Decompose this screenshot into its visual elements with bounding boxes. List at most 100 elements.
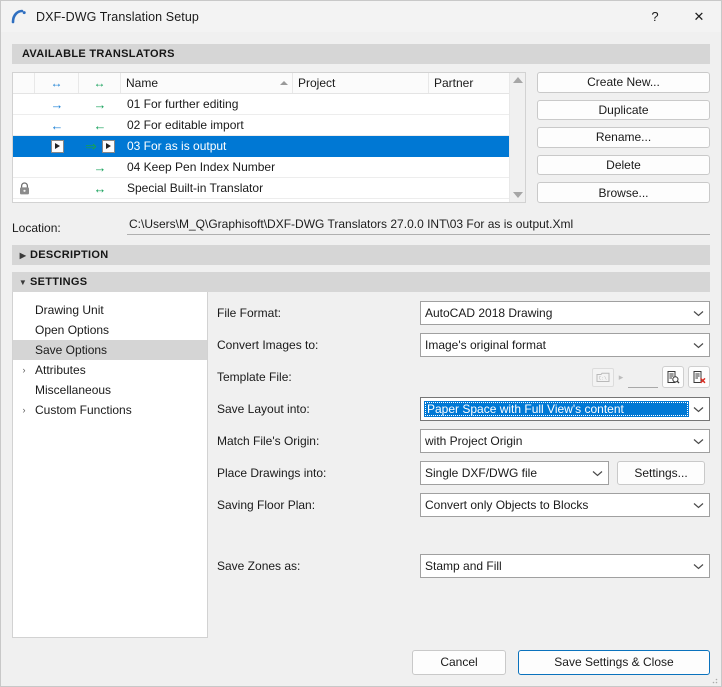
description-section-header[interactable]: ▶ DESCRIPTION: [12, 245, 710, 265]
field-row-template-file: Template File: C:\ ▸: [217, 365, 710, 389]
scroll-down-icon[interactable]: [512, 192, 523, 198]
cancel-button[interactable]: Cancel: [412, 649, 506, 675]
row-import-cell[interactable]: [35, 178, 79, 198]
translators-scrollbar[interactable]: [509, 73, 525, 202]
settings-tree-item-miscellaneous[interactable]: Miscellaneous: [13, 380, 207, 400]
save-zones-as-value: Stamp and Fill: [425, 559, 502, 573]
export-arrow-icon: →: [93, 159, 107, 175]
settings-tree-item-custom-functions[interactable]: › Custom Functions: [13, 400, 207, 420]
location-row: Location: C:\Users\M_Q\Graphisoft\DXF-DW…: [12, 213, 710, 235]
document-search-icon[interactable]: [662, 366, 684, 388]
delete-button[interactable]: Delete: [537, 154, 710, 176]
row-import-cell[interactable]: →: [35, 94, 79, 114]
export-arrow-icon: →: [93, 96, 107, 112]
table-row[interactable]: ↔ Special Built-in Translator: [13, 178, 525, 199]
settings-section-header[interactable]: ▼ SETTINGS: [12, 272, 710, 292]
row-export-cell[interactable]: ⇒: [79, 136, 121, 156]
duplicate-button[interactable]: Duplicate: [537, 99, 710, 121]
translator-action-buttons: Create New... Duplicate Rename... Delete Bro…: [537, 72, 710, 203]
file-format-value: AutoCAD 2018 Drawing: [425, 306, 553, 320]
row-export-cell[interactable]: →: [79, 94, 121, 114]
table-row[interactable]: → → 01 For further editing: [13, 94, 525, 115]
translators-list-header: ↔ ↔ Name Project Partner: [13, 73, 525, 94]
column-header-name[interactable]: Name: [121, 73, 293, 93]
row-import-cell[interactable]: [35, 136, 79, 156]
column-header-project[interactable]: Project: [293, 73, 429, 93]
resize-grip[interactable]: [708, 673, 718, 684]
play-box-icon[interactable]: [50, 139, 64, 153]
export-arrow-icon: ↔: [93, 180, 107, 196]
field-row-saving-floor-plan: Saving Floor Plan: Convert only Objects …: [217, 493, 710, 517]
document-delete-icon[interactable]: [688, 366, 710, 388]
chevron-down-icon: [689, 502, 707, 509]
chevron-right-icon: ▶: [19, 250, 27, 260]
table-row[interactable]: → 04 Keep Pen Index Number: [13, 157, 525, 178]
field-row-place-drawings-into: Place Drawings into: Single DXF/DWG file…: [217, 461, 710, 485]
svg-text:C:\: C:\: [599, 375, 608, 381]
row-name-cell: 04 Keep Pen Index Number: [127, 160, 276, 174]
place-drawings-into-dropdown[interactable]: Single DXF/DWG file: [420, 461, 609, 485]
save-layout-into-value: Paper Space with Full View's content: [424, 401, 689, 417]
field-row-save-zones-as: Save Zones as: Stamp and Fill: [217, 554, 710, 578]
chevron-right-icon: ›: [22, 365, 26, 375]
save-zones-as-dropdown[interactable]: Stamp and Fill: [420, 554, 710, 578]
convert-images-dropdown[interactable]: Image's original format: [420, 333, 710, 357]
translators-row: ↔ ↔ Name Project Partner → → 01 For furt…: [12, 72, 710, 203]
bidirectional-arrow-green-icon: ↔: [93, 76, 106, 90]
settings-tree-item-save-options[interactable]: Save Options: [13, 340, 207, 360]
folder-path-icon: C:\: [592, 367, 614, 387]
chevron-down-icon: [588, 470, 606, 477]
chevron-right-icon[interactable]: ▸: [614, 372, 628, 383]
chevron-down-icon: [689, 563, 707, 570]
row-import-cell[interactable]: ←: [35, 115, 79, 135]
browse-button[interactable]: Browse...: [537, 182, 710, 203]
column-header-import[interactable]: ↔: [35, 73, 79, 93]
template-file-input[interactable]: [628, 366, 658, 388]
settings-tree-item-label: Miscellaneous: [35, 383, 112, 397]
create-new-button[interactable]: Create New...: [537, 72, 710, 93]
settings-tree-item-open-options[interactable]: Open Options: [13, 320, 207, 340]
field-row-match-file-origin: Match File's Origin: with Project Origin: [217, 429, 710, 453]
settings-tree-item-attributes[interactable]: › Attributes: [13, 360, 207, 380]
save-layout-into-dropdown[interactable]: Paper Space with Full View's content: [420, 397, 710, 421]
translators-list[interactable]: ↔ ↔ Name Project Partner → → 01 For furt…: [12, 72, 526, 203]
saving-floor-plan-dropdown[interactable]: Convert only Objects to Blocks: [420, 493, 710, 517]
import-arrow-icon: →: [50, 96, 64, 112]
play-box-icon[interactable]: [101, 139, 115, 153]
row-import-cell[interactable]: [35, 157, 79, 177]
titlebar-controls: ? ✕: [633, 1, 721, 32]
saving-floor-plan-label: Saving Floor Plan:: [217, 498, 316, 512]
row-name-cell: Special Built-in Translator: [127, 181, 264, 195]
match-file-origin-dropdown[interactable]: with Project Origin: [420, 429, 710, 453]
save-settings-close-button[interactable]: Save Settings & Close: [518, 649, 710, 675]
column-header-lock[interactable]: [13, 73, 35, 93]
settings-title: SETTINGS: [30, 276, 88, 288]
row-lock-cell: [13, 94, 35, 114]
chevron-down-icon: [689, 310, 707, 317]
row-export-cell[interactable]: ↔: [79, 178, 121, 198]
available-translators-header: AVAILABLE TRANSLATORS: [12, 44, 710, 64]
column-header-export[interactable]: ↔: [79, 73, 121, 93]
rename-button[interactable]: Rename...: [537, 127, 710, 148]
table-row[interactable]: ⇒ 03 For as is output: [13, 136, 525, 157]
dxf-dwg-translation-setup-dialog: DXF-DWG Translation Setup ? ✕ AVAILABLE …: [0, 0, 722, 687]
settings-panel: Drawing Unit Open Options Save Options › Att…: [12, 292, 710, 638]
import-arrow-icon: ←: [50, 117, 64, 133]
chevron-down-icon: [689, 342, 707, 349]
chevron-down-icon: [689, 406, 707, 413]
place-drawings-settings-button[interactable]: Settings...: [617, 461, 705, 485]
convert-images-label: Convert Images to:: [217, 338, 319, 352]
row-name-cell: 01 For further editing: [127, 97, 239, 111]
help-button[interactable]: ?: [633, 1, 677, 32]
row-export-cell[interactable]: →: [79, 157, 121, 177]
settings-tree: Drawing Unit Open Options Save Options › Att…: [12, 292, 208, 638]
table-row[interactable]: ← ← 02 For editable import: [13, 115, 525, 136]
file-format-dropdown[interactable]: AutoCAD 2018 Drawing: [420, 301, 710, 325]
row-export-cell[interactable]: ←: [79, 115, 121, 135]
field-row-convert-images: Convert Images to: Image's original form…: [217, 333, 710, 357]
settings-tree-item-drawing-unit[interactable]: Drawing Unit: [13, 300, 207, 320]
close-button[interactable]: ✕: [677, 1, 721, 32]
window-title: DXF-DWG Translation Setup: [36, 9, 199, 24]
place-drawings-into-label: Place Drawings into:: [217, 466, 327, 480]
scroll-up-icon[interactable]: [512, 77, 523, 83]
